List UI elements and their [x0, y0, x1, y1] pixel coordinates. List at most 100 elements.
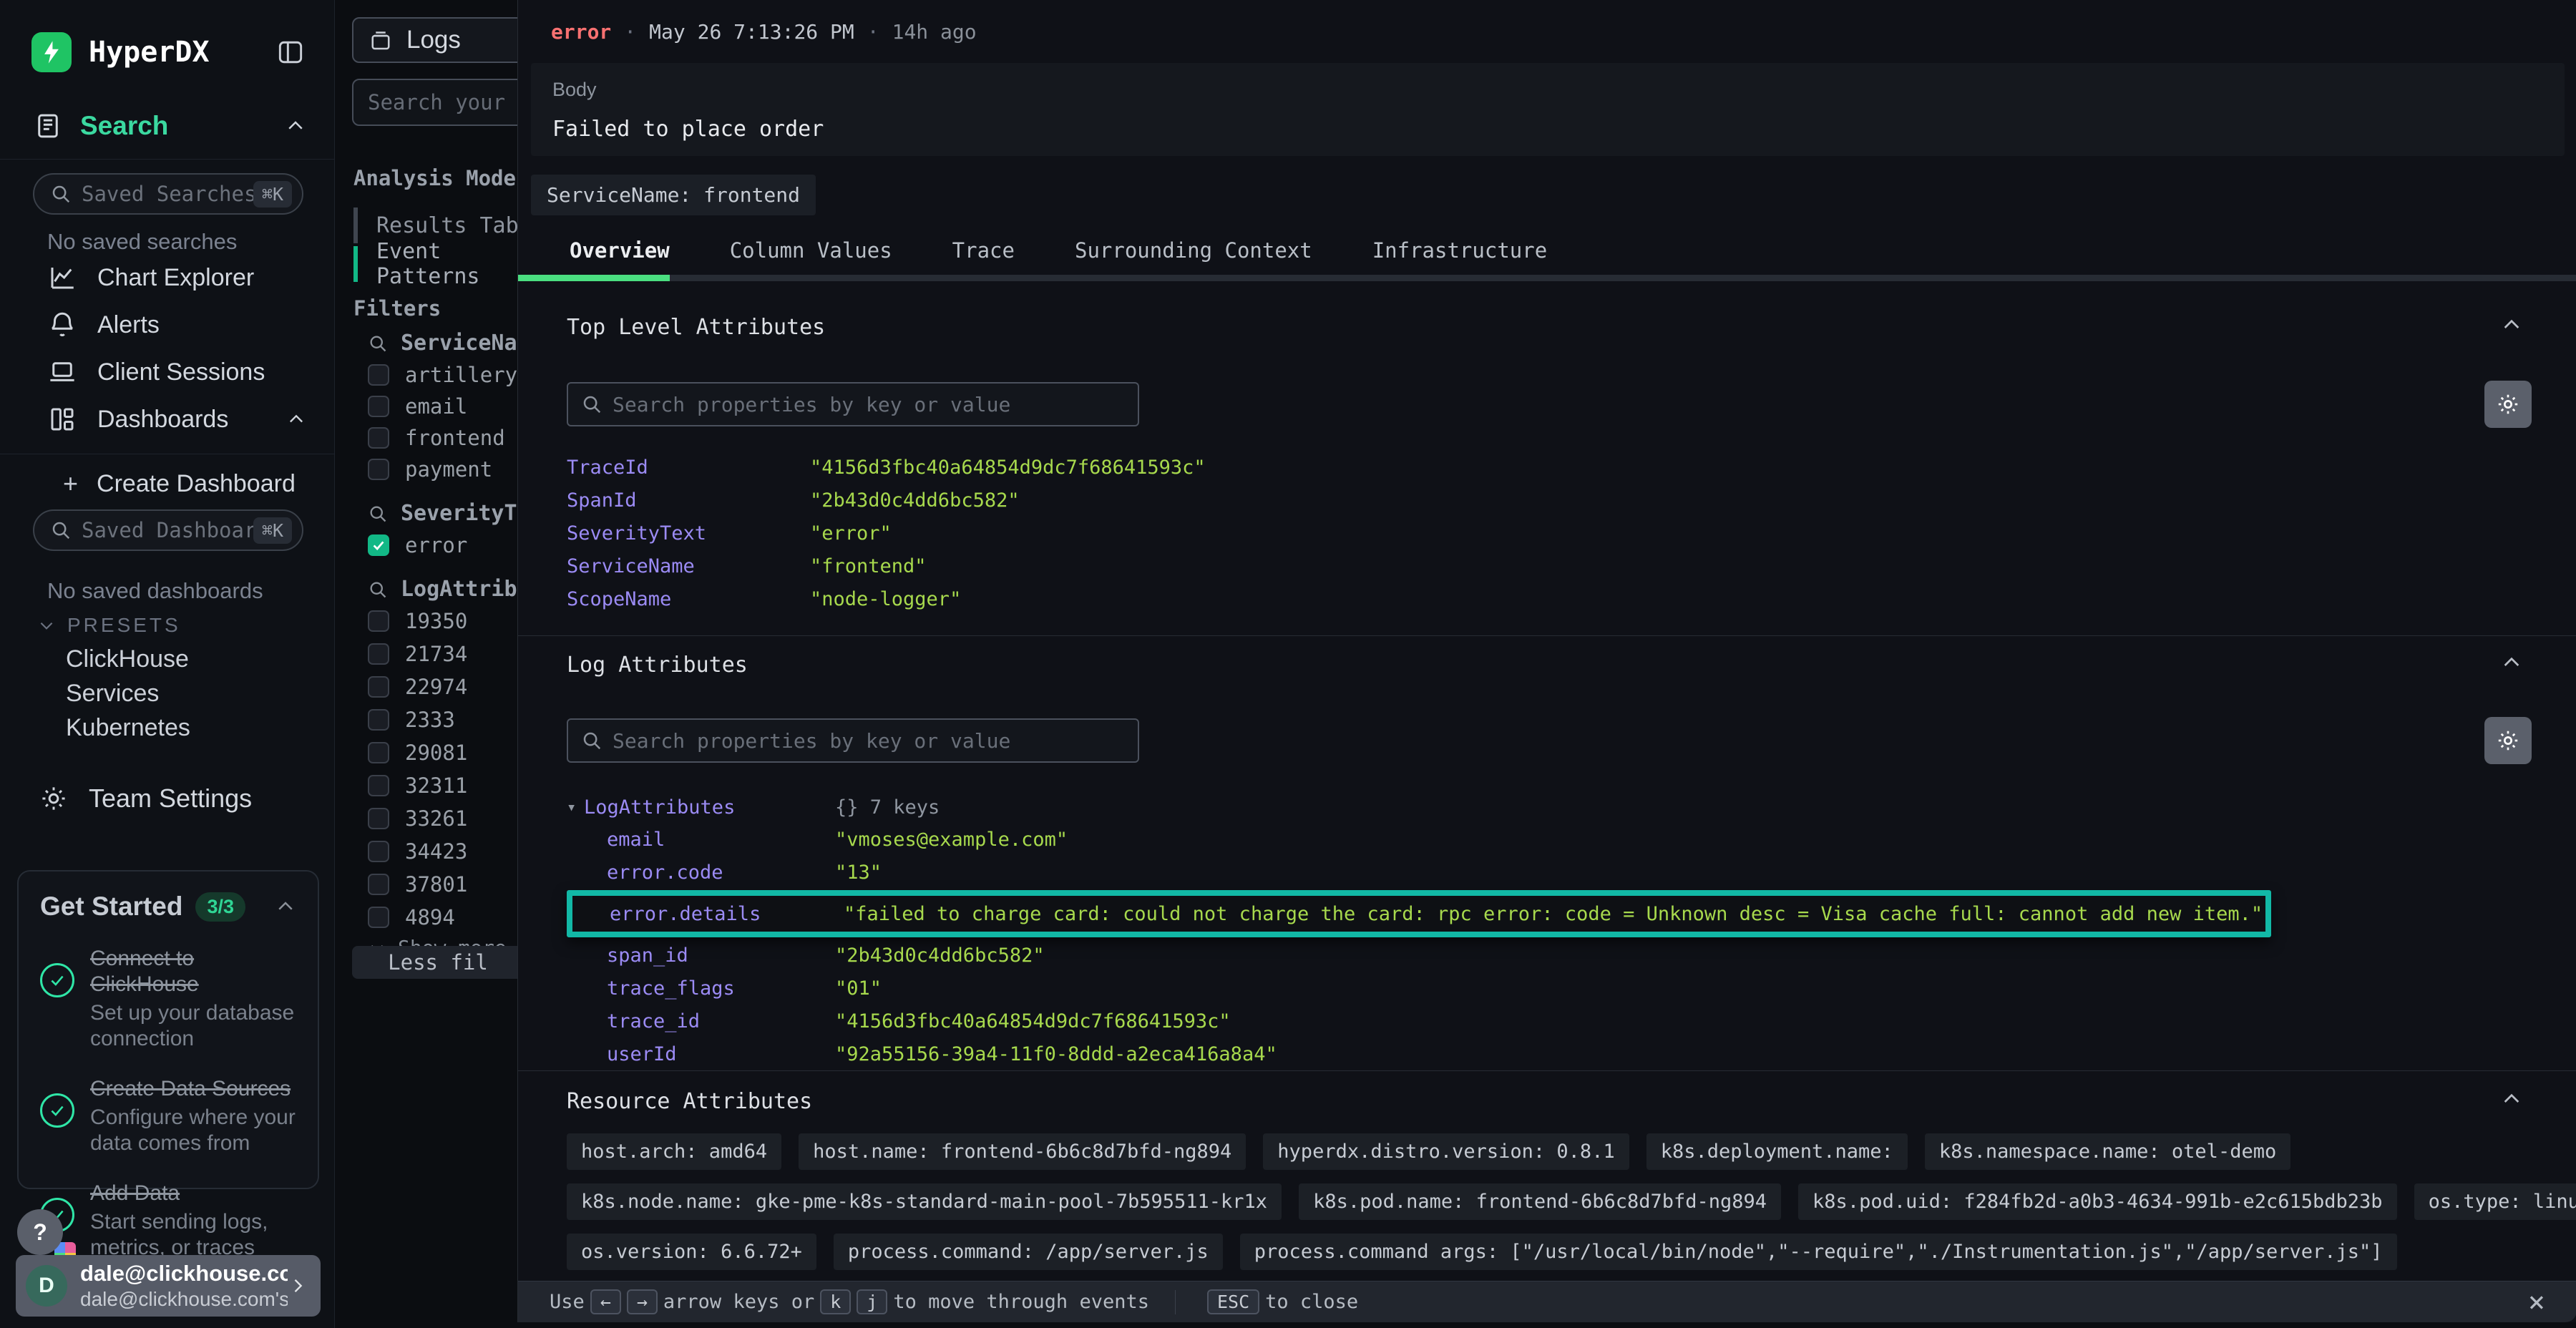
- filter-option[interactable]: 21734: [368, 638, 517, 670]
- help-button[interactable]: ?: [17, 1209, 63, 1255]
- chevron-up-icon[interactable]: [2500, 1088, 2523, 1110]
- checkbox[interactable]: [368, 610, 389, 632]
- filter-option[interactable]: email: [368, 391, 517, 422]
- filter-option[interactable]: 2333: [368, 704, 517, 736]
- attribute-value[interactable]: "4156d3fbc40a64854d9dc7f68641593c": [835, 1010, 1231, 1032]
- attribute-value[interactable]: "01": [835, 977, 882, 1000]
- tab-column-values[interactable]: Column Values: [700, 238, 922, 263]
- create-dashboard-button[interactable]: + Create Dashboard: [0, 465, 335, 502]
- source-select[interactable]: Logs: [352, 17, 517, 63]
- sidebar-item-search[interactable]: Search: [0, 106, 335, 146]
- tab-surrounding-context[interactable]: Surrounding Context: [1045, 238, 1342, 263]
- attribute-value[interactable]: "vmoses@example.com": [835, 829, 1068, 851]
- saved-dashboards-field[interactable]: [82, 518, 253, 542]
- attribute-value[interactable]: "frontend": [810, 555, 927, 577]
- get-started-item[interactable]: Add Data Start sending logs, metrics, or…: [40, 1181, 296, 1261]
- resource-chip[interactable]: k8s.pod.name: frontend-6b6c8d7bfd-ng894: [1299, 1183, 1781, 1220]
- attribute-value[interactable]: "node-logger": [810, 588, 961, 610]
- filter-option[interactable]: 4894: [368, 902, 517, 933]
- filter-option[interactable]: 29081: [368, 737, 517, 768]
- checkbox[interactable]: [368, 709, 389, 731]
- attribute-key[interactable]: error.code: [567, 861, 835, 884]
- checkbox[interactable]: [368, 808, 389, 829]
- resource-chip[interactable]: os.type: linux: [2414, 1183, 2576, 1220]
- search-icon[interactable]: [368, 333, 388, 353]
- tab-overview[interactable]: Overview: [540, 238, 700, 263]
- checkbox-checked[interactable]: [368, 534, 389, 556]
- gear-icon[interactable]: [2484, 717, 2532, 764]
- attribute-value[interactable]: "92a55156-39a4-11f0-8ddd-a2eca416a8a4": [835, 1043, 1277, 1065]
- preset-kubernetes[interactable]: Kubernetes: [66, 714, 190, 742]
- attribute-value[interactable]: "4156d3fbc40a64854d9dc7f68641593c": [810, 456, 1206, 479]
- sidebar-item-dashboards[interactable]: Dashboards: [0, 401, 335, 438]
- get-started-item[interactable]: Connect to ClickHouse Set up your databa…: [40, 946, 296, 1052]
- chevron-up-icon[interactable]: [2500, 313, 2523, 336]
- resource-chip[interactable]: k8s.pod.uid: f284fb2d-a0b3-4634-991b-e2c…: [1798, 1183, 2397, 1220]
- checkbox[interactable]: [368, 459, 389, 480]
- checkbox[interactable]: [368, 427, 389, 449]
- attribute-key[interactable]: error.details: [575, 903, 844, 925]
- event-search-input[interactable]: [368, 90, 517, 114]
- attribute-key[interactable]: ServiceName: [567, 555, 810, 577]
- get-started-item[interactable]: Create Data Sources Configure where your…: [40, 1076, 296, 1156]
- attribute-key[interactable]: span_id: [567, 944, 835, 967]
- analysis-option-results-table[interactable]: Results Table: [353, 208, 517, 243]
- checkbox[interactable]: [368, 396, 389, 417]
- preset-services[interactable]: Services: [66, 680, 159, 708]
- attribute-value[interactable]: "failed to charge card: could not charge…: [844, 903, 2263, 925]
- sidebar-item-client-sessions[interactable]: Client Sessions: [0, 353, 335, 391]
- filter-option[interactable]: 37801: [368, 869, 517, 900]
- attribute-value[interactable]: "13": [835, 861, 882, 884]
- less-filters-button[interactable]: Less fil: [352, 946, 517, 979]
- top-level-search-box[interactable]: [567, 382, 1139, 426]
- tab-trace[interactable]: Trace: [922, 238, 1045, 263]
- attribute-key[interactable]: TraceId: [567, 456, 810, 479]
- checkbox[interactable]: [368, 907, 389, 928]
- resource-chip[interactable]: k8s.deployment.name:: [1646, 1133, 1908, 1170]
- resource-chip[interactable]: host.name: frontend-6b6c8d7bfd-ng894: [799, 1133, 1246, 1170]
- log-attributes-search-box[interactable]: [567, 718, 1139, 763]
- resource-chip[interactable]: k8s.namespace.name: otel-demo: [1925, 1133, 2290, 1170]
- tree-collapse-icon[interactable]: ▾: [567, 799, 584, 816]
- sidebar-item-chart-explorer[interactable]: Chart Explorer: [0, 259, 335, 296]
- attribute-key[interactable]: LogAttributes: [584, 796, 835, 819]
- resource-chip[interactable]: os.version: 6.6.72+: [567, 1234, 816, 1270]
- resource-chip[interactable]: host.arch: amd64: [567, 1133, 781, 1170]
- attribute-value[interactable]: "2b43d0c4dd6bc582": [810, 489, 1020, 512]
- resource-chip[interactable]: k8s.node.name: gke-pme-k8s-standard-main…: [567, 1183, 1282, 1220]
- filter-option[interactable]: 33261: [368, 803, 517, 834]
- filter-option-checked[interactable]: error: [368, 529, 517, 561]
- attribute-value[interactable]: "error": [810, 522, 892, 545]
- attribute-key[interactable]: ScopeName: [567, 588, 810, 610]
- saved-dashboards-input[interactable]: ⌘K: [33, 509, 303, 551]
- filter-option[interactable]: 34423: [368, 836, 517, 867]
- sidebar-collapse-icon[interactable]: [272, 34, 309, 71]
- search-icon[interactable]: [368, 580, 388, 600]
- top-level-search-input[interactable]: [613, 393, 1125, 416]
- checkbox[interactable]: [368, 841, 389, 862]
- attribute-value[interactable]: "2b43d0c4dd6bc582": [835, 944, 1045, 967]
- event-search-box[interactable]: [352, 79, 517, 126]
- chevron-up-icon[interactable]: [2500, 651, 2523, 674]
- filter-option[interactable]: 19350: [368, 605, 517, 637]
- filter-option[interactable]: artillery-loa: [368, 359, 517, 391]
- resource-chip[interactable]: process.command: /app/server.js: [834, 1234, 1223, 1270]
- search-icon[interactable]: [368, 504, 388, 524]
- attribute-key[interactable]: userId: [567, 1043, 835, 1065]
- filter-option[interactable]: 22974: [368, 671, 517, 703]
- attribute-key[interactable]: trace_id: [567, 1010, 835, 1032]
- attribute-key[interactable]: trace_flags: [567, 977, 835, 1000]
- sidebar-item-team-settings[interactable]: Team Settings: [0, 780, 335, 817]
- attribute-key[interactable]: email: [567, 829, 835, 851]
- log-attributes-search-input[interactable]: [613, 729, 1125, 753]
- user-menu[interactable]: D dale@clickhouse.com dale@clickhouse.co…: [16, 1255, 321, 1317]
- saved-searches-input[interactable]: ⌘K: [33, 173, 303, 215]
- resource-chip[interactable]: process.command args: ["/usr/local/bin/n…: [1240, 1234, 2397, 1270]
- checkbox[interactable]: [368, 364, 389, 386]
- checkbox[interactable]: [368, 874, 389, 895]
- checkbox[interactable]: [368, 775, 389, 796]
- attribute-key[interactable]: SeverityText: [567, 522, 810, 545]
- filter-option[interactable]: frontend: [368, 422, 517, 454]
- service-name-tag[interactable]: ServiceName: frontend: [531, 175, 816, 215]
- sidebar-item-alerts[interactable]: Alerts: [0, 306, 335, 343]
